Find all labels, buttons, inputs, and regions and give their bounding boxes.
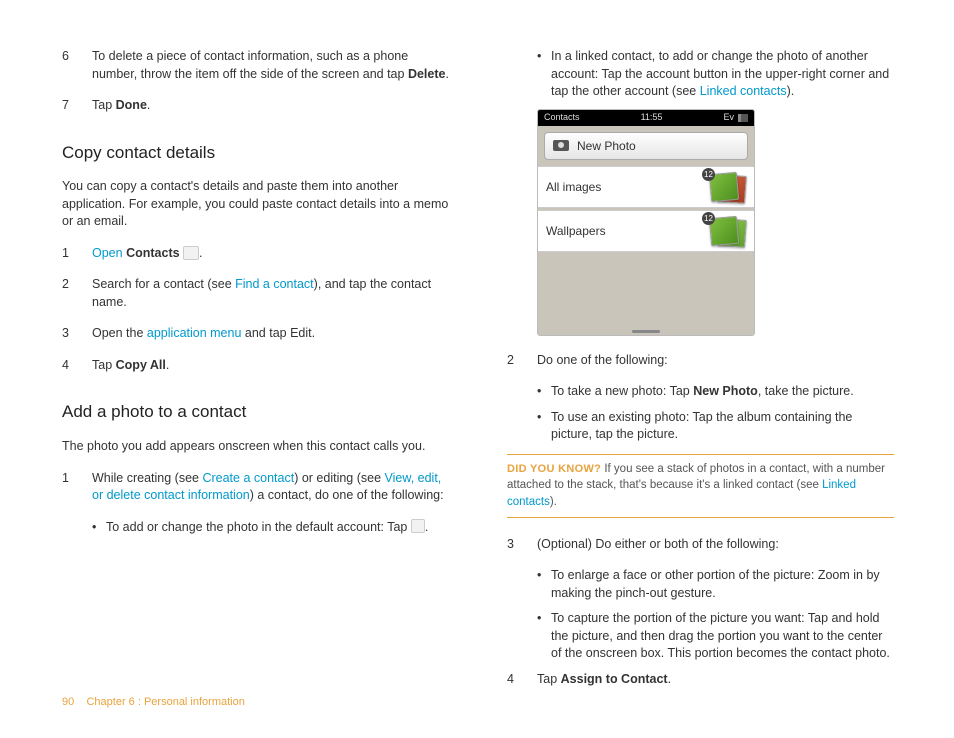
link-open[interactable]: Open xyxy=(92,246,123,260)
album-all-images[interactable]: All images 12 xyxy=(538,166,754,208)
status-time: 11:55 xyxy=(641,111,663,124)
copy-intro: You can copy a contact's details and pas… xyxy=(62,178,449,231)
page-number: 90 xyxy=(62,696,74,708)
step-text: Tap Copy All. xyxy=(92,357,449,375)
list-item: • To use an existing photo: Tap the albu… xyxy=(537,409,894,444)
phone-screenshot: Contacts 11:55 Ev New Photo All images 1… xyxy=(537,109,755,336)
step-text: To delete a piece of contact information… xyxy=(92,48,449,83)
list-item: • To take a new photo: Tap New Photo, ta… xyxy=(537,383,894,401)
copy-step-3: 3 Open the application menu and tap Edit… xyxy=(62,325,449,343)
step-text: While creating (see Create a contact) or… xyxy=(92,470,449,505)
link-linked-contacts[interactable]: Linked contacts xyxy=(700,84,787,98)
add-step-3-bullets: • To enlarge a face or other portion of … xyxy=(507,567,894,663)
step-7: 7 Tap Done. xyxy=(62,97,449,115)
step-number: 7 xyxy=(62,97,92,115)
step-number: 3 xyxy=(62,325,92,343)
status-bar: Contacts 11:55 Ev xyxy=(538,110,754,126)
new-photo-button[interactable]: New Photo xyxy=(544,132,748,161)
step-number: 4 xyxy=(507,671,537,689)
step-number: 2 xyxy=(62,276,92,311)
gesture-pill-icon xyxy=(632,330,660,333)
photo-stack: 12 xyxy=(706,217,746,245)
add-step-2: 2 Do one of the following: xyxy=(507,352,894,370)
phone-content: New Photo All images 12 Wallpapers 12 xyxy=(538,126,754,335)
signal-icon xyxy=(738,114,748,122)
page-footer: 90 Chapter 6 : Personal information xyxy=(62,695,245,710)
add-step-2-bullets: • To take a new photo: Tap New Photo, ta… xyxy=(507,383,894,444)
album-wallpapers[interactable]: Wallpapers 12 xyxy=(538,210,754,252)
step-text: Search for a contact (see Find a contact… xyxy=(92,276,449,311)
link-find-a-contact[interactable]: Find a contact xyxy=(235,277,314,291)
step-text: Do one of the following: xyxy=(537,352,894,370)
did-you-know-callout: DID YOU KNOW? If you see a stack of phot… xyxy=(507,454,894,518)
step-text: (Optional) Do either or both of the foll… xyxy=(537,536,894,554)
step-text: Open the application menu and tap Edit. xyxy=(92,325,449,343)
copy-step-2: 2 Search for a contact (see Find a conta… xyxy=(62,276,449,311)
add-step-1-bullets-cont: • In a linked contact, to add or change … xyxy=(507,48,894,101)
add-step-3: 3 (Optional) Do either or both of the fo… xyxy=(507,536,894,554)
contacts-icon xyxy=(183,246,199,260)
left-column: 6 To delete a piece of contact informati… xyxy=(62,48,449,702)
step-number: 6 xyxy=(62,48,92,83)
photo-stack: 12 xyxy=(706,173,746,201)
list-item: • To enlarge a face or other portion of … xyxy=(537,567,894,602)
list-item: • To add or change the photo in the defa… xyxy=(92,519,449,537)
camera-icon xyxy=(553,140,569,151)
step-text: Tap Assign to Contact. xyxy=(537,671,894,689)
copy-step-4: 4 Tap Copy All. xyxy=(62,357,449,375)
step-number: 4 xyxy=(62,357,92,375)
copy-step-1: 1 Open Contacts . xyxy=(62,245,449,263)
add-photo-intro: The photo you add appears onscreen when … xyxy=(62,438,449,456)
step-text: Open Contacts . xyxy=(92,245,449,263)
link-application-menu[interactable]: application menu xyxy=(147,326,242,340)
right-column: • In a linked contact, to add or change … xyxy=(507,48,894,702)
step-number: 3 xyxy=(507,536,537,554)
album-label: All images xyxy=(546,179,601,196)
step-number: 1 xyxy=(62,470,92,505)
heading-copy-contact-details: Copy contact details xyxy=(62,141,449,165)
link-create-a-contact[interactable]: Create a contact xyxy=(202,471,294,485)
step-6: 6 To delete a piece of contact informati… xyxy=(62,48,449,83)
album-label: Wallpapers xyxy=(546,223,606,240)
add-step-4: 4 Tap Assign to Contact. xyxy=(507,671,894,689)
callout-lead: DID YOU KNOW? xyxy=(507,463,601,475)
add-step-1-bullets: • To add or change the photo in the defa… xyxy=(62,519,449,537)
new-photo-label: New Photo xyxy=(577,138,636,155)
step-number: 2 xyxy=(507,352,537,370)
chapter-title: Chapter 6 : Personal information xyxy=(86,696,244,708)
list-item: • In a linked contact, to add or change … xyxy=(537,48,894,101)
status-ev: Ev xyxy=(723,111,734,124)
step-text: Tap Done. xyxy=(92,97,449,115)
heading-add-photo: Add a photo to a contact xyxy=(62,400,449,424)
list-item: • To capture the portion of the picture … xyxy=(537,610,894,663)
add-step-1: 1 While creating (see Create a contact) … xyxy=(62,470,449,505)
step-number: 1 xyxy=(62,245,92,263)
person-icon xyxy=(411,519,425,533)
status-app: Contacts xyxy=(544,111,580,124)
